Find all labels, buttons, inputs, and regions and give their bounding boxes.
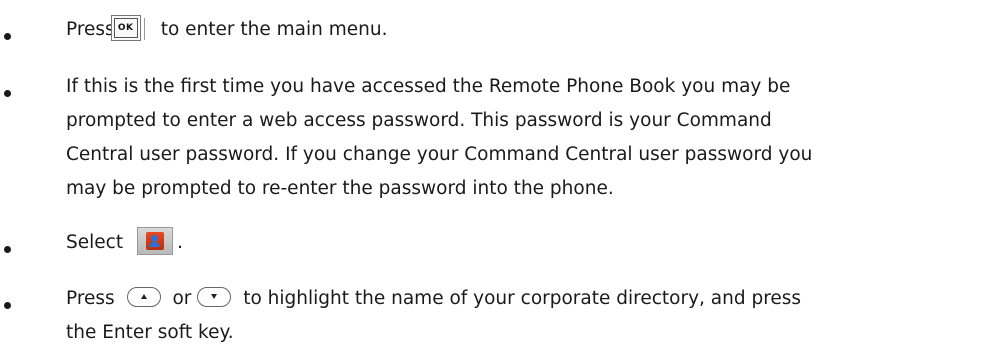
ok-key-label: OK — [113, 18, 138, 38]
phone-book-icon — [137, 227, 174, 255]
step-text-line: the Enter soft key. — [66, 322, 234, 343]
up-triangle-icon — [140, 294, 147, 299]
step-text-middle: or — [172, 288, 192, 309]
step-text-before: Press — [66, 288, 115, 309]
step-text-after: to highlight the name of your corporate … — [243, 288, 802, 309]
bullet-icon — [4, 302, 11, 309]
step-text: Select. — [66, 226, 996, 260]
step-text-line: Central user password. If you change you… — [66, 144, 813, 165]
step-text: Press OK to enter the main menu. — [66, 13, 996, 47]
up-arrow-key-icon — [126, 287, 161, 307]
step-text-after: . — [177, 232, 183, 253]
down-arrow-key-icon — [197, 287, 232, 307]
ok-key-icon: OK — [110, 15, 145, 41]
step-text-before: Select — [66, 232, 124, 253]
step-text-line: If this is the first time you have acces… — [66, 76, 791, 97]
bullet-icon — [4, 90, 11, 97]
step-text-before: Press — [66, 19, 115, 40]
step-text-line: may be prompted to re-enter the password… — [66, 178, 614, 199]
step-text-line: prompted to enter a web access password.… — [66, 110, 772, 131]
step-text-after: to enter the main menu. — [160, 19, 388, 40]
bullet-icon — [4, 33, 11, 40]
bullet-icon — [4, 246, 11, 253]
phone-book-cover — [146, 232, 165, 250]
down-triangle-icon — [211, 294, 218, 299]
step-text: Press or to highlight the name of your c… — [66, 282, 996, 316]
